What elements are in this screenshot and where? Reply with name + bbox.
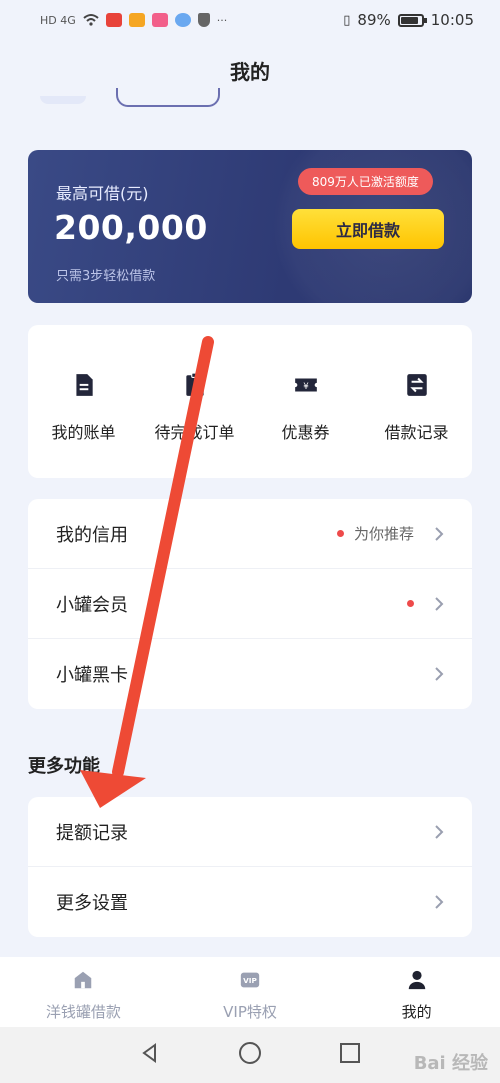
music-icon xyxy=(174,13,191,27)
tab-label: 我的 xyxy=(401,1003,432,1021)
menu-item-black-card[interactable]: 小罐黑卡 xyxy=(28,639,472,709)
credit-limit-amount: 200,000 xyxy=(54,208,208,247)
home-circle-icon[interactable] xyxy=(238,1041,262,1069)
quick-action-label: 借款记录 xyxy=(384,423,449,442)
tab-vip[interactable]: VIP VIP特权 xyxy=(167,957,334,1027)
network-indicator: HD 4G xyxy=(40,13,76,27)
clock: 10:05 xyxy=(430,11,474,29)
menu-item-my-credit[interactable]: 我的信用 为你推荐 xyxy=(28,499,472,569)
shield-icon xyxy=(197,13,210,27)
menu-item-meta: 为你推荐 xyxy=(336,523,444,544)
menu-item-limit-records[interactable]: 提额记录 xyxy=(28,797,472,867)
more-notifications: ··· xyxy=(216,13,228,27)
more-features-heading: 更多功能 xyxy=(28,756,100,777)
quick-action-bills[interactable]: 我的账单 xyxy=(28,325,139,478)
chevron-right-icon xyxy=(435,596,444,611)
transfer-icon xyxy=(404,372,430,402)
menu-item-label: 更多设置 xyxy=(56,893,128,914)
wifi-icon xyxy=(83,13,99,27)
svg-text:VIP: VIP xyxy=(243,976,257,985)
tab-label: VIP特权 xyxy=(223,1003,277,1021)
credit-hint: 只需3步轻松借款 xyxy=(56,269,156,284)
menu-item-more-settings[interactable]: 更多设置 xyxy=(28,867,472,937)
notification-dot xyxy=(407,600,414,607)
quick-action-label: 我的账单 xyxy=(51,423,116,442)
coupon-icon: ¥ xyxy=(293,372,319,402)
activation-badge: 809万人已激活额度 xyxy=(298,168,433,195)
menu-item-label: 小罐会员 xyxy=(56,594,128,616)
menu-item-meta xyxy=(422,894,444,910)
tab-loans[interactable]: 洋钱罐借款 xyxy=(0,957,167,1027)
vip-icon: VIP xyxy=(239,969,261,995)
bottom-tab-bar: 洋钱罐借款 VIP VIP特权 我的 xyxy=(0,957,500,1027)
chevron-right-icon xyxy=(435,824,444,839)
quick-action-coupons[interactable]: ¥ 优惠券 xyxy=(250,325,361,478)
borrow-now-button[interactable]: 立即借款 xyxy=(292,209,444,249)
svg-text:¥: ¥ xyxy=(303,382,309,392)
recommend-hint: 为你推荐 xyxy=(353,525,414,543)
tab-mine[interactable]: 我的 xyxy=(333,957,500,1027)
quick-actions-panel: 我的账单 待完成订单 ¥ 优惠券 借款记录 xyxy=(28,325,472,478)
tab-label: 洋钱罐借款 xyxy=(45,1003,121,1021)
menu-item-label: 我的信用 xyxy=(56,524,128,546)
more-menu: 提额记录 更多设置 xyxy=(28,797,472,937)
quick-action-pending-orders[interactable]: 待完成订单 xyxy=(139,325,250,478)
quick-action-label: 待完成订单 xyxy=(154,423,235,442)
status-left: HD 4G ··· xyxy=(40,13,227,27)
system-nav-bar: Bai 经验 xyxy=(0,1027,500,1083)
primary-menu: 我的信用 为你推荐 小罐会员 小罐黑卡 xyxy=(28,499,472,709)
home-icon xyxy=(72,969,94,995)
status-right: ▯ 89% 10:05 xyxy=(343,11,474,29)
back-icon[interactable] xyxy=(139,1042,161,1068)
battery-percent: 89% xyxy=(357,11,391,29)
watermark: Bai 经验 xyxy=(413,1053,488,1074)
credit-limit-label: 最高可借(元) xyxy=(56,184,149,203)
avatar[interactable] xyxy=(40,96,86,104)
battery-icon xyxy=(397,13,427,27)
app-notification-icon xyxy=(105,13,122,27)
bill-icon xyxy=(71,372,97,402)
menu-item-meta xyxy=(422,666,444,682)
notification-dot xyxy=(336,530,344,537)
app-notification-icon xyxy=(128,13,145,27)
menu-item-membership[interactable]: 小罐会员 xyxy=(28,569,472,639)
profile-pill-button[interactable] xyxy=(116,88,220,107)
menu-item-meta xyxy=(422,824,444,840)
credit-card: 最高可借(元) 200,000 只需3步轻松借款 809万人已激活额度 立即借款 xyxy=(28,150,472,303)
menu-item-meta xyxy=(407,596,444,612)
menu-item-label: 小罐黑卡 xyxy=(56,665,128,686)
status-bar: HD 4G ··· ▯ 89% 10:05 xyxy=(0,0,500,40)
quick-action-loan-records[interactable]: 借款记录 xyxy=(361,325,472,478)
chevron-right-icon xyxy=(435,526,444,541)
clipboard-icon xyxy=(182,372,208,402)
chevron-right-icon xyxy=(435,895,444,909)
page-title: 我的 xyxy=(230,60,270,84)
app-notification-icon xyxy=(151,13,168,27)
user-icon xyxy=(406,969,428,995)
quick-action-label: 优惠券 xyxy=(281,423,330,442)
menu-item-label: 提额记录 xyxy=(56,822,128,844)
chevron-right-icon xyxy=(435,667,444,681)
recents-icon[interactable] xyxy=(339,1042,361,1068)
vibrate-icon: ▯ xyxy=(343,12,351,28)
